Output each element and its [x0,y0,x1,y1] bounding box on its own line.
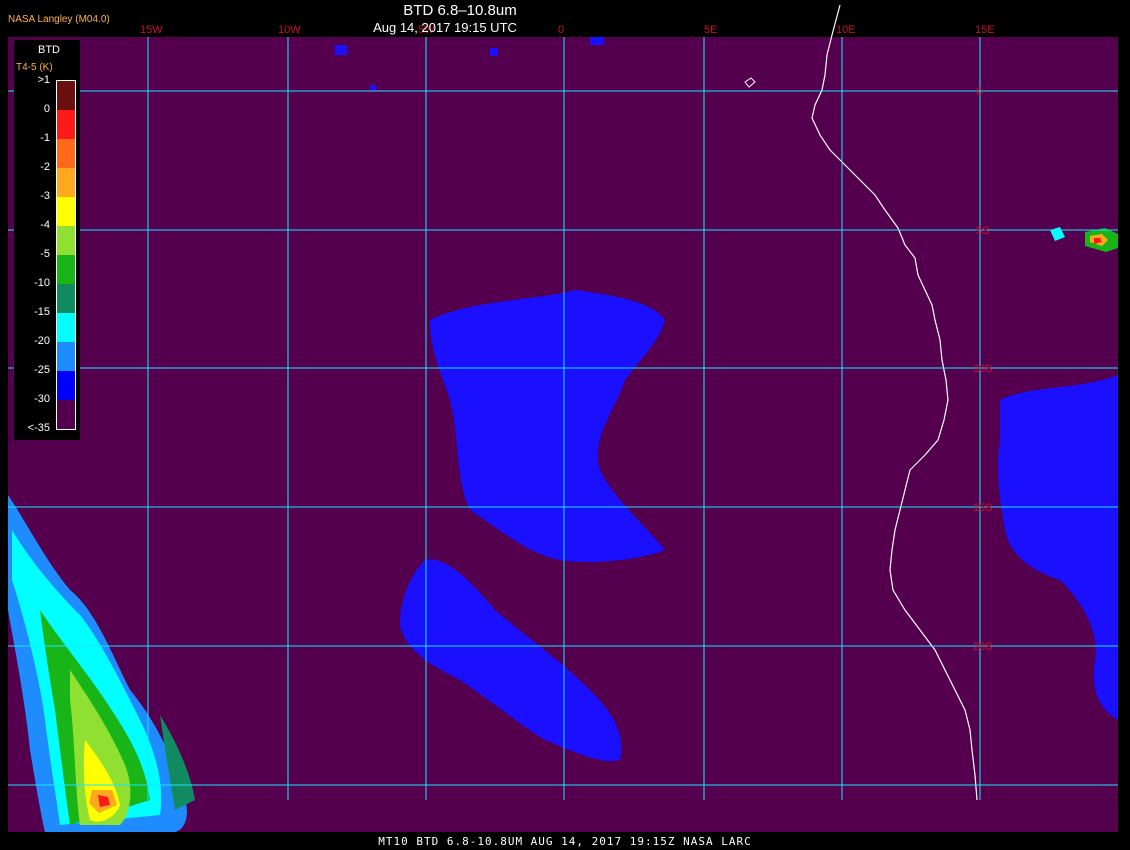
lat-label-20s: 20S [973,641,993,653]
legend-swatch [57,81,75,110]
legend-label: -30 [34,393,50,405]
legend-swatch [57,400,75,429]
satellite-map: 15W 10W 5W 0 5E 10E 15E 0 5S 10S 15S 20S [8,4,1118,832]
product-title: BTD 6.8–10.8um [403,2,517,19]
lon-label-15w: 15W [140,24,163,36]
legend-label: -5 [40,248,50,260]
credit-label: NASA Langley (M04.0) [8,14,110,25]
lon-label-15e: 15E [975,24,995,36]
legend-swatch [57,342,75,371]
legend-swatch [57,371,75,400]
legend-swatch [57,110,75,139]
footer-caption: MT10 BTD 6.8-10.8UM AUG 14, 2017 19:15Z … [378,835,752,848]
legend-color-bar [56,80,76,430]
lat-label-15s: 15S [973,502,993,514]
lon-label-5e: 5E [704,24,717,36]
legend-label: -3 [40,190,50,202]
legend-swatch [57,313,75,342]
longitude-labels: 15W 10W 5W 0 5E 10E 15E [140,24,995,36]
lon-label-0: 0 [558,24,564,36]
legend-swatch [57,168,75,197]
legend-label: -4 [40,219,50,231]
legend-label: -10 [34,277,50,289]
legend-swatch [57,255,75,284]
legend-label: -2 [40,161,50,173]
legend-label: -25 [34,364,50,376]
timestamp: Aug 14, 2017 19:15 UTC [373,20,517,35]
legend-label: 0 [43,103,50,115]
legend-label: >1 [37,74,50,86]
lat-label-0: 0 [976,86,982,98]
legend-swatch [57,197,75,226]
legend-label: -15 [34,306,50,318]
legend-label: -1 [40,132,50,144]
legend-swatch [57,284,75,313]
lat-label-10s: 10S [973,363,993,375]
lon-label-10e: 10E [836,24,856,36]
legend-title: BTD [38,44,60,56]
legend-swatch [57,139,75,168]
legend-label: <-35 [27,422,50,434]
legend-label: -20 [34,335,50,347]
legend-subtitle: T4-5 (K) [16,62,53,73]
legend-swatch [57,226,75,255]
color-legend: BTD T4-5 (K) >1 0 -1 -2 -3 -4 -5 -10 -15 -20 -25 -3… [14,40,80,440]
lon-label-10w: 10W [278,24,301,36]
lat-label-5s: 5S [976,225,989,237]
